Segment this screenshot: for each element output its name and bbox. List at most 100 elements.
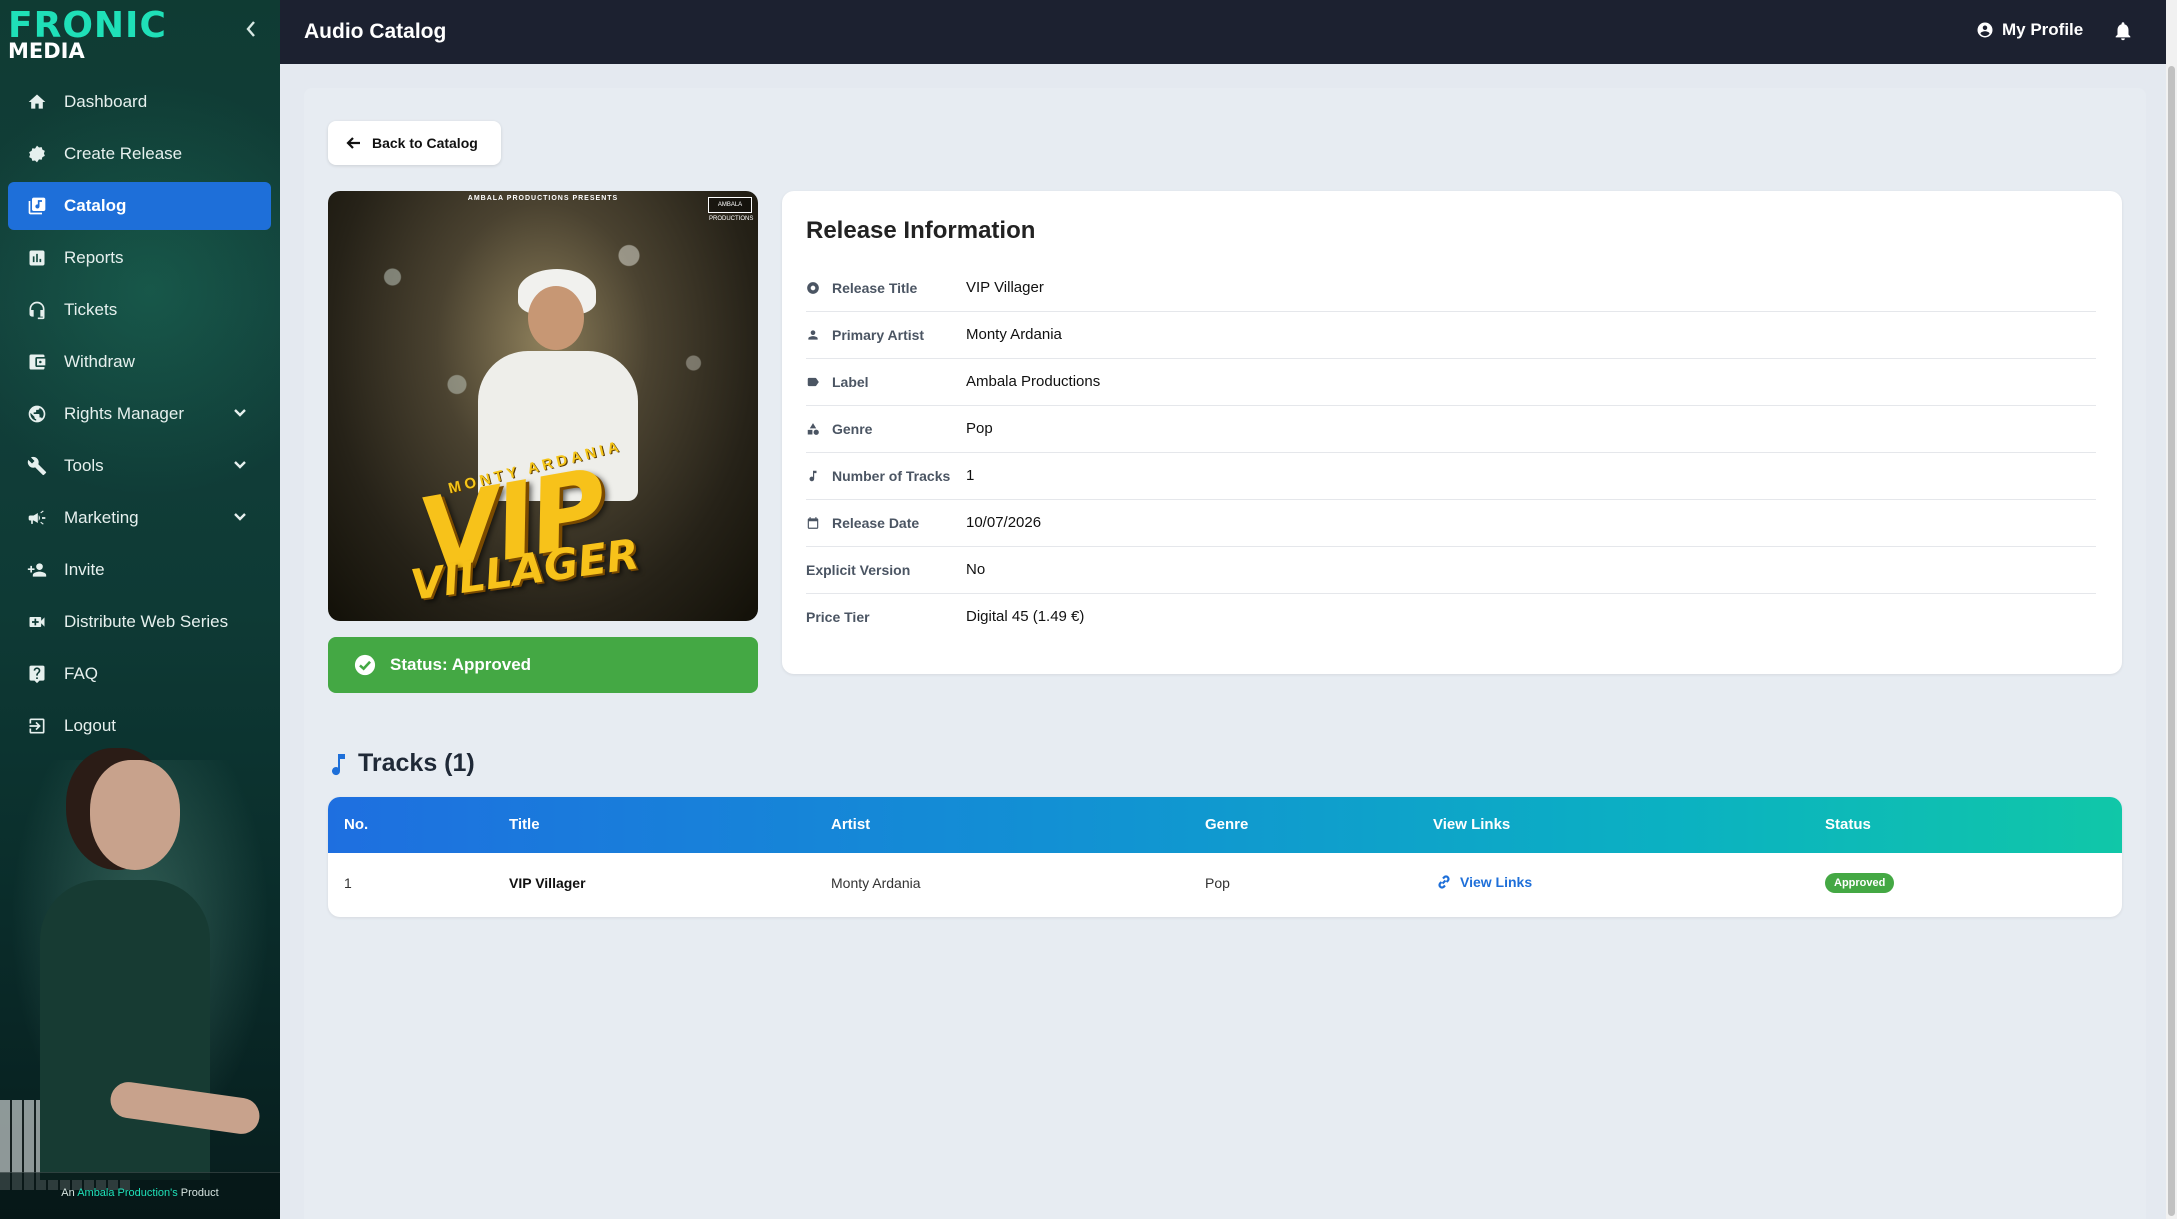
info-key: Genre — [832, 421, 873, 437]
sidebar-item-logout[interactable]: Logout — [8, 702, 271, 750]
info-key: Price Tier — [806, 609, 870, 625]
tracks-table-header: No. Title Artist Genre View Links Status — [328, 797, 2122, 853]
footer-prefix: An — [61, 1187, 78, 1199]
music-library-icon — [26, 195, 48, 217]
music-note-icon — [332, 753, 345, 775]
sidebar-item-marketing[interactable]: Marketing — [8, 494, 271, 542]
megaphone-icon — [26, 507, 48, 529]
info-value: Pop — [966, 420, 993, 437]
bar-chart-icon — [26, 247, 48, 269]
footer-brand-link[interactable]: Ambala Production's — [77, 1187, 178, 1199]
sidebar-item-dashboard[interactable]: Dashboard — [8, 78, 271, 126]
info-value: Digital 45 (1.49 €) — [966, 608, 1085, 625]
disc-icon — [807, 282, 819, 294]
my-profile-label: My Profile — [2002, 20, 2084, 39]
info-row-explicit-version: Explicit Version No — [806, 547, 2096, 594]
sidebar-footer: An Ambala Production's Product — [0, 1172, 280, 1219]
sidebar-item-catalog[interactable]: Catalog — [8, 182, 271, 230]
info-row-price-tier: Price Tier Digital 45 (1.49 €) — [806, 594, 2096, 641]
person-add-icon — [26, 559, 48, 581]
sidebar-item-label: Withdraw — [64, 352, 135, 371]
info-row-release-title: Release Title VIP Villager — [806, 265, 2096, 312]
info-key: Primary Artist — [832, 327, 925, 343]
gear-badge-icon — [26, 143, 48, 165]
sidebar-item-create-release[interactable]: Create Release — [8, 130, 271, 178]
track-genre: Pop — [1205, 875, 1230, 891]
wrench-icon — [26, 455, 48, 477]
sidebar-item-label: Create Release — [64, 144, 183, 163]
release-information-card: Release Information Release Title VIP Vi… — [782, 191, 2122, 674]
column-header-view-links: View Links — [1433, 816, 1511, 833]
cover-pretitle: AMBALA PRODUCTIONS PRESENTS — [467, 195, 619, 202]
column-header-title: Title — [509, 816, 540, 833]
back-to-catalog-label: Back to Catalog — [372, 135, 478, 151]
sidebar-item-tools[interactable]: Tools — [8, 442, 271, 490]
logout-icon — [26, 715, 48, 737]
arrow-left-icon — [346, 137, 360, 149]
video-icon — [26, 611, 48, 633]
sidebar-item-label: Tickets — [64, 300, 118, 319]
calendar-icon — [807, 517, 819, 529]
view-links-link[interactable]: View Links — [1436, 874, 1532, 890]
footer-suffix: Product — [177, 1187, 219, 1199]
tag-icon — [807, 377, 819, 387]
status-banner-label: Status: Approved — [390, 655, 532, 674]
sidebar-item-label: Logout — [64, 716, 116, 735]
globe-icon — [26, 403, 48, 425]
sidebar-item-label: Tools — [64, 456, 104, 475]
sidebar-nav: Dashboard Create Release Catalog Reports… — [8, 78, 271, 754]
headset-icon — [26, 299, 48, 321]
info-row-release-date: Release Date 10/07/2026 — [806, 500, 2096, 547]
sidebar-illustration — [0, 760, 280, 1190]
sidebar-item-tickets[interactable]: Tickets — [8, 286, 271, 334]
sidebar-item-reports[interactable]: Reports — [8, 234, 271, 282]
sidebar-item-withdraw[interactable]: Withdraw — [8, 338, 271, 386]
my-profile-button[interactable]: My Profile — [1976, 20, 2083, 40]
link-icon — [1438, 875, 1450, 889]
column-header-artist: Artist — [831, 816, 871, 833]
info-value: Ambala Productions — [966, 373, 1101, 390]
logo-text-b: NIC — [93, 5, 167, 46]
tracks-table: No. Title Artist Genre View Links Status… — [328, 797, 2122, 917]
collapse-sidebar-button[interactable] — [240, 18, 262, 44]
sidebar-item-label: Catalog — [64, 196, 127, 215]
sidebar-item-label: Rights Manager — [64, 404, 185, 423]
sidebar-item-distribute-web-series[interactable]: Distribute Web Series — [8, 598, 271, 646]
view-links-cell: View Links — [1436, 874, 1532, 890]
view-links-label: View Links — [1460, 874, 1533, 890]
info-key: Release Title — [832, 280, 918, 296]
tracks-heading: Tracks (1) — [330, 749, 475, 778]
column-header-status: Status — [1825, 816, 1871, 833]
status-banner: Status: Approved — [328, 637, 758, 693]
sidebar-item-label: Invite — [64, 560, 105, 579]
sidebar-item-rights-manager[interactable]: Rights Manager — [8, 390, 271, 438]
music-note-icon — [809, 470, 817, 482]
sidebar: FRONIC MEDIA Dashboard Create Release Ca… — [0, 0, 280, 1219]
notifications-bell-icon[interactable] — [2112, 19, 2134, 43]
table-row[interactable]: 1 VIP Villager Monty Ardania Pop View Li… — [328, 853, 2122, 917]
scrollbar-thumb[interactable] — [2168, 66, 2175, 1216]
column-header-genre: Genre — [1205, 816, 1249, 833]
home-icon — [26, 91, 48, 113]
account-circle-icon — [1977, 22, 1993, 38]
sidebar-item-faq[interactable]: FAQ — [8, 650, 271, 698]
info-value: VIP Villager — [966, 279, 1044, 296]
track-no: 1 — [344, 875, 352, 891]
track-title: VIP Villager — [509, 875, 586, 891]
track-artist: Monty Ardania — [831, 875, 921, 891]
shapes-icon — [807, 423, 819, 435]
brand-logo[interactable]: FRONIC MEDIA — [8, 8, 167, 62]
back-to-catalog-button[interactable]: Back to Catalog — [328, 121, 501, 165]
info-row-label: Label Ambala Productions — [806, 359, 2096, 406]
info-row-primary-artist: Primary Artist Monty Ardania — [806, 312, 2096, 359]
release-information-heading: Release Information — [806, 217, 1036, 244]
chevron-down-icon — [231, 455, 249, 473]
check-circle-icon — [354, 654, 376, 676]
page-scrollbar[interactable] — [2166, 0, 2177, 1219]
info-key: Number of Tracks — [832, 468, 951, 484]
chevron-left-icon — [246, 21, 255, 37]
sidebar-item-invite[interactable]: Invite — [8, 546, 271, 594]
sidebar-item-label: FAQ — [64, 664, 99, 683]
sidebar-item-label: Dashboard — [64, 92, 148, 111]
sidebar-item-label: Reports — [64, 248, 124, 267]
